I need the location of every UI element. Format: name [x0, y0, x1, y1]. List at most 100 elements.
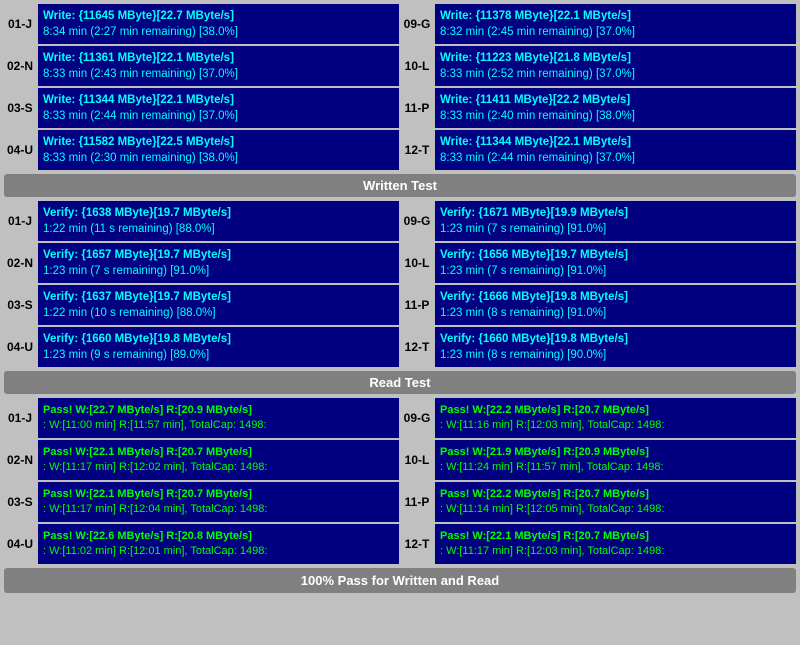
written-test-header: Written Test: [4, 174, 796, 197]
grid-row-0: 01-JWrite: {11645 MByte}[22.7 MByte/s]8:…: [4, 4, 796, 44]
right-line2-2: : W:[11:14 min] R:[12:05 min], TotalCap:…: [440, 502, 791, 517]
grid-row-1: 02-NVerify: {1657 MByte}[19.7 MByte/s]1:…: [4, 243, 796, 283]
left-line2-2: 1:22 min (10 s remaining) [88.0%]: [43, 305, 394, 321]
right-line2-0: 1:23 min (7 s remaining) [91.0%]: [440, 221, 791, 237]
right-row-label-3: 12-T: [401, 130, 433, 170]
right-row-label-1: 10-L: [401, 46, 433, 86]
left-cell-1: Write: {11361 MByte}[22.1 MByte/s]8:33 m…: [38, 46, 399, 86]
left-line1-3: Write: {11582 MByte}[22.5 MByte/s]: [43, 134, 394, 150]
grid-row-3: 04-UPass! W:[22.6 MByte/s] R:[20.8 MByte…: [4, 524, 796, 564]
left-row-label-1: 02-N: [4, 46, 36, 86]
left-cell-wrap-1: 02-NWrite: {11361 MByte}[22.1 MByte/s]8:…: [4, 46, 399, 86]
left-row-label-1: 02-N: [4, 243, 36, 283]
grid-row-1: 02-NWrite: {11361 MByte}[22.1 MByte/s]8:…: [4, 46, 796, 86]
left-cell-0: Write: {11645 MByte}[22.7 MByte/s]8:34 m…: [38, 4, 399, 44]
right-cell-0: Write: {11378 MByte}[22.1 MByte/s]8:32 m…: [435, 4, 796, 44]
left-cell-2: Verify: {1637 MByte}[19.7 MByte/s]1:22 m…: [38, 285, 399, 325]
left-cell-wrap-0: 01-JPass! W:[22.7 MByte/s] R:[20.9 MByte…: [4, 398, 399, 438]
left-cell-wrap-1: 02-NVerify: {1657 MByte}[19.7 MByte/s]1:…: [4, 243, 399, 283]
pass-section: 01-JPass! W:[22.7 MByte/s] R:[20.9 MByte…: [4, 398, 796, 564]
right-cell-wrap-0: 09-GPass! W:[22.2 MByte/s] R:[20.7 MByte…: [401, 398, 796, 438]
left-row-label-0: 01-J: [4, 398, 36, 438]
left-cell-wrap-3: 04-UWrite: {11582 MByte}[22.5 MByte/s]8:…: [4, 130, 399, 170]
right-line1-2: Verify: {1666 MByte}[19.8 MByte/s]: [440, 289, 791, 305]
right-cell-3: Pass! W:[22.1 MByte/s] R:[20.7 MByte/s]:…: [435, 524, 796, 564]
left-line1-3: Verify: {1660 MByte}[19.8 MByte/s]: [43, 331, 394, 347]
right-cell-1: Write: {11223 MByte}[21.8 MByte/s]8:33 m…: [435, 46, 796, 86]
left-cell-2: Pass! W:[22.1 MByte/s] R:[20.7 MByte/s]:…: [38, 482, 399, 522]
right-row-label-0: 09-G: [401, 398, 433, 438]
left-cell-1: Verify: {1657 MByte}[19.7 MByte/s]1:23 m…: [38, 243, 399, 283]
right-cell-wrap-1: 10-LVerify: {1656 MByte}[19.7 MByte/s]1:…: [401, 243, 796, 283]
left-cell-wrap-0: 01-JWrite: {11645 MByte}[22.7 MByte/s]8:…: [4, 4, 399, 44]
left-line1-1: Write: {11361 MByte}[22.1 MByte/s]: [43, 50, 394, 66]
right-line1-1: Verify: {1656 MByte}[19.7 MByte/s]: [440, 247, 791, 263]
left-cell-3: Verify: {1660 MByte}[19.8 MByte/s]1:23 m…: [38, 327, 399, 367]
right-row-label-2: 11-P: [401, 285, 433, 325]
footer-status: 100% Pass for Written and Read: [4, 568, 796, 593]
right-cell-wrap-0: 09-GWrite: {11378 MByte}[22.1 MByte/s]8:…: [401, 4, 796, 44]
left-cell-0: Pass! W:[22.7 MByte/s] R:[20.9 MByte/s]:…: [38, 398, 399, 438]
right-line1-0: Pass! W:[22.2 MByte/s] R:[20.7 MByte/s]: [440, 403, 791, 418]
right-cell-2: Pass! W:[22.2 MByte/s] R:[20.7 MByte/s]:…: [435, 482, 796, 522]
right-row-label-2: 11-P: [401, 482, 433, 522]
grid-row-2: 03-SVerify: {1637 MByte}[19.7 MByte/s]1:…: [4, 285, 796, 325]
left-line2-1: 8:33 min (2:43 min remaining) [37.0%]: [43, 66, 394, 82]
write-section: 01-JWrite: {11645 MByte}[22.7 MByte/s]8:…: [4, 4, 796, 197]
grid-row-1: 02-NPass! W:[22.1 MByte/s] R:[20.7 MByte…: [4, 440, 796, 480]
right-cell-3: Write: {11344 MByte}[22.1 MByte/s]8:33 m…: [435, 130, 796, 170]
right-line2-3: : W:[11:17 min] R:[12:03 min], TotalCap:…: [440, 544, 791, 559]
left-line2-3: 8:33 min (2:30 min remaining) [38.0%]: [43, 150, 394, 166]
right-cell-wrap-3: 12-TVerify: {1660 MByte}[19.8 MByte/s]1:…: [401, 327, 796, 367]
grid-row-2: 03-SWrite: {11344 MByte}[22.1 MByte/s]8:…: [4, 88, 796, 128]
left-cell-0: Verify: {1638 MByte}[19.7 MByte/s]1:22 m…: [38, 201, 399, 241]
left-cell-wrap-3: 04-UPass! W:[22.6 MByte/s] R:[20.8 MByte…: [4, 524, 399, 564]
right-cell-0: Pass! W:[22.2 MByte/s] R:[20.7 MByte/s]:…: [435, 398, 796, 438]
left-row-label-3: 04-U: [4, 327, 36, 367]
left-line1-0: Verify: {1638 MByte}[19.7 MByte/s]: [43, 205, 394, 221]
right-cell-2: Verify: {1666 MByte}[19.8 MByte/s]1:23 m…: [435, 285, 796, 325]
right-cell-wrap-1: 10-LWrite: {11223 MByte}[21.8 MByte/s]8:…: [401, 46, 796, 86]
left-cell-wrap-2: 03-SWrite: {11344 MByte}[22.1 MByte/s]8:…: [4, 88, 399, 128]
right-line1-2: Pass! W:[22.2 MByte/s] R:[20.7 MByte/s]: [440, 487, 791, 502]
right-line2-3: 8:33 min (2:44 min remaining) [37.0%]: [440, 150, 791, 166]
right-line1-0: Write: {11378 MByte}[22.1 MByte/s]: [440, 8, 791, 24]
left-line2-2: : W:[11:17 min] R:[12:04 min], TotalCap:…: [43, 502, 394, 517]
right-line2-0: 8:32 min (2:45 min remaining) [37.0%]: [440, 24, 791, 40]
right-line2-2: 8:33 min (2:40 min remaining) [38.0%]: [440, 108, 791, 124]
left-line1-1: Pass! W:[22.1 MByte/s] R:[20.7 MByte/s]: [43, 445, 394, 460]
left-line2-3: 1:23 min (9 s remaining) [89.0%]: [43, 347, 394, 363]
right-cell-wrap-3: 12-TWrite: {11344 MByte}[22.1 MByte/s]8:…: [401, 130, 796, 170]
right-line1-3: Write: {11344 MByte}[22.1 MByte/s]: [440, 134, 791, 150]
grid-row-2: 03-SPass! W:[22.1 MByte/s] R:[20.7 MByte…: [4, 482, 796, 522]
right-row-label-1: 10-L: [401, 243, 433, 283]
grid-row-0: 01-JVerify: {1638 MByte}[19.7 MByte/s]1:…: [4, 201, 796, 241]
right-line1-2: Write: {11411 MByte}[22.2 MByte/s]: [440, 92, 791, 108]
right-cell-wrap-2: 11-P Write: {11411 MByte}[22.2 MByte/s]8:…: [401, 88, 796, 128]
left-row-label-0: 01-J: [4, 4, 36, 44]
left-cell-1: Pass! W:[22.1 MByte/s] R:[20.7 MByte/s]:…: [38, 440, 399, 480]
left-cell-wrap-0: 01-JVerify: {1638 MByte}[19.7 MByte/s]1:…: [4, 201, 399, 241]
read-test-header: Read Test: [4, 371, 796, 394]
right-line2-1: : W:[11:24 min] R:[11:57 min], TotalCap:…: [440, 460, 791, 475]
main-container: 01-JWrite: {11645 MByte}[22.7 MByte/s]8:…: [0, 0, 800, 597]
right-cell-wrap-2: 11-PPass! W:[22.2 MByte/s] R:[20.7 MByte…: [401, 482, 796, 522]
left-line1-2: Verify: {1637 MByte}[19.7 MByte/s]: [43, 289, 394, 305]
right-row-label-3: 12-T: [401, 327, 433, 367]
left-row-label-3: 04-U: [4, 524, 36, 564]
left-cell-wrap-1: 02-NPass! W:[22.1 MByte/s] R:[20.7 MByte…: [4, 440, 399, 480]
right-line2-3: 1:23 min (8 s remaining) [90.0%]: [440, 347, 791, 363]
left-cell-2: Write: {11344 MByte}[22.1 MByte/s]8:33 m…: [38, 88, 399, 128]
left-line1-0: Pass! W:[22.7 MByte/s] R:[20.9 MByte/s]: [43, 403, 394, 418]
left-cell-3: Write: {11582 MByte}[22.5 MByte/s]8:33 m…: [38, 130, 399, 170]
left-line2-0: : W:[11:00 min] R:[11:57 min], TotalCap:…: [43, 418, 394, 433]
right-cell-0: Verify: {1671 MByte}[19.9 MByte/s]1:23 m…: [435, 201, 796, 241]
left-line2-2: 8:33 min (2:44 min remaining) [37.0%]: [43, 108, 394, 124]
right-line2-2: 1:23 min (8 s remaining) [91.0%]: [440, 305, 791, 321]
right-cell-wrap-1: 10-LPass! W:[21.9 MByte/s] R:[20.9 MByte…: [401, 440, 796, 480]
left-row-label-3: 04-U: [4, 130, 36, 170]
right-row-label-0: 09-G: [401, 4, 433, 44]
left-row-label-2: 03-S: [4, 285, 36, 325]
grid-row-3: 04-UVerify: {1660 MByte}[19.8 MByte/s]1:…: [4, 327, 796, 367]
right-row-label-2: 11-P: [401, 88, 433, 128]
